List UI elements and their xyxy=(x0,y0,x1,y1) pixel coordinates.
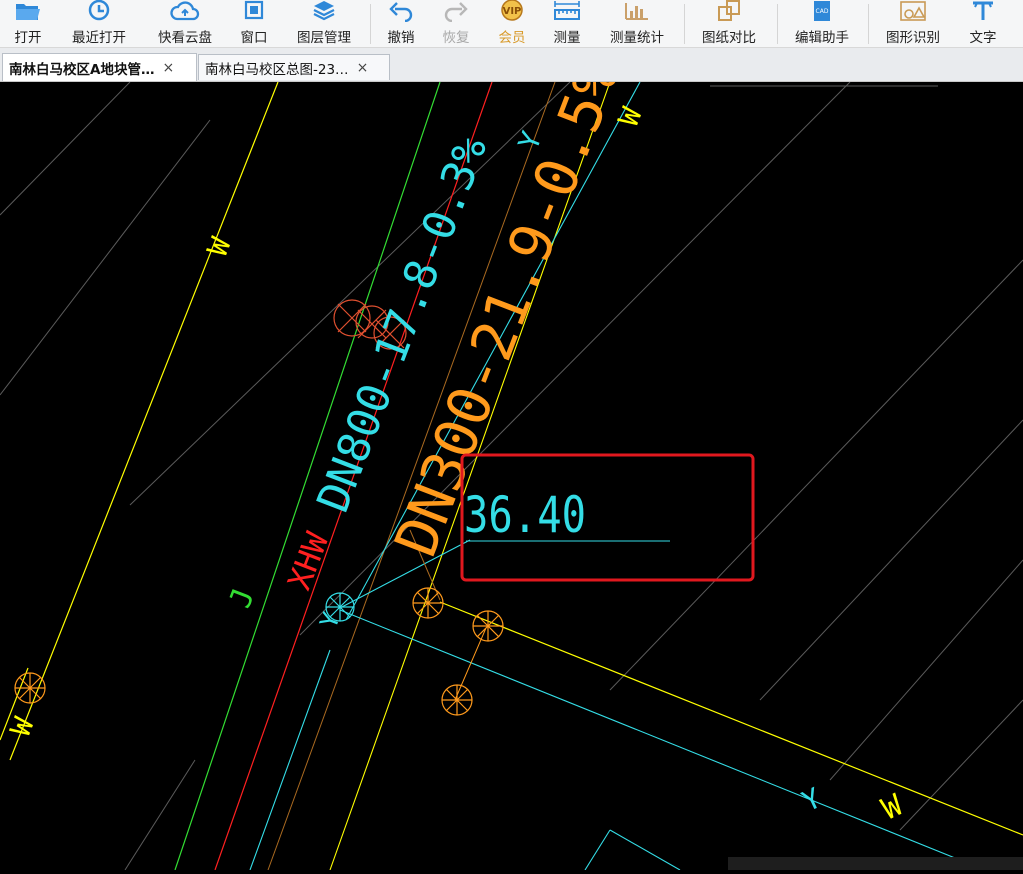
measure-stats-button[interactable]: 测量统计 xyxy=(604,0,670,47)
tab-label: 南林白马校区A地块管… xyxy=(9,61,155,78)
cloud-drive-button[interactable]: 快看云盘 xyxy=(152,0,218,47)
edit-assistant-button[interactable]: CAD 编辑助手 xyxy=(789,0,855,47)
measure-stats-label: 测量统计 xyxy=(610,30,664,46)
text-icon xyxy=(963,0,1003,22)
measure-label: 测量 xyxy=(553,30,581,46)
vip-button[interactable]: VIP 会员 xyxy=(492,0,532,47)
toolbar-divider xyxy=(868,4,869,44)
svg-text:CAD: CAD xyxy=(816,8,829,15)
w-label-bottom: W xyxy=(877,787,909,827)
layer-manage-button[interactable]: 图层管理 xyxy=(292,0,356,47)
w-label-lower: W xyxy=(4,713,41,741)
toolbar-divider xyxy=(370,4,371,44)
tab-label: 南林白马校区总图-23… xyxy=(205,61,349,78)
y-label-junction: Y xyxy=(314,608,346,632)
recent-open-button[interactable]: 最近打开 xyxy=(66,0,132,47)
redo-icon xyxy=(436,0,476,22)
drawing-compare-label: 图纸对比 xyxy=(702,30,756,46)
shape-recognize-button[interactable]: 图形识别 xyxy=(880,0,946,47)
cloud-icon xyxy=(165,0,205,22)
shape-recognize-label: 图形识别 xyxy=(886,30,940,46)
yellow-w-pipeline xyxy=(0,81,1023,836)
measure-button[interactable]: 测量 xyxy=(547,0,587,47)
shape-recognize-icon xyxy=(893,0,933,22)
redo-label: 恢复 xyxy=(442,30,470,46)
layers-icon xyxy=(304,0,344,22)
text-label: 文字 xyxy=(969,30,997,46)
window-button[interactable]: 窗口 xyxy=(234,0,274,47)
w-label-upper: W xyxy=(201,233,238,261)
layer-manage-label: 图层管理 xyxy=(297,30,351,46)
text-button[interactable]: 文字 xyxy=(963,0,1003,47)
open-label: 打开 xyxy=(14,30,42,46)
edit-assistant-label: 编辑助手 xyxy=(795,30,849,46)
y-label-bottom: Y xyxy=(797,781,826,818)
undo-icon xyxy=(381,0,421,22)
folder-open-icon xyxy=(8,0,48,22)
recent-open-label: 最近打开 xyxy=(72,30,126,46)
window-label: 窗口 xyxy=(240,30,268,46)
document-tab-bar: 南林白马校区A地块管… × 南林白马校区总图-23… × xyxy=(0,48,1023,82)
svg-text:VIP: VIP xyxy=(503,6,522,17)
drawing-compare-button[interactable]: 图纸对比 xyxy=(696,0,762,47)
recent-clock-icon xyxy=(79,0,119,22)
j-label: J xyxy=(223,583,262,612)
measure-stats-icon xyxy=(617,0,657,22)
cad-edit-icon: CAD xyxy=(802,0,842,22)
elevation-value: 36.40 xyxy=(464,486,586,544)
undo-button[interactable]: 撤销 xyxy=(381,0,421,47)
tab-nanlin-site-plan[interactable]: 南林白马校区总图-23… × xyxy=(198,54,390,80)
compare-icon xyxy=(709,0,749,22)
close-icon[interactable]: × xyxy=(162,60,174,76)
close-icon[interactable]: × xyxy=(357,60,369,76)
status-strip xyxy=(728,857,1023,870)
window-icon xyxy=(234,0,274,22)
xhw-label: XHW xyxy=(280,527,336,595)
redo-button[interactable]: 恢复 xyxy=(436,0,476,47)
w-label-top: W xyxy=(612,103,649,131)
cad-drawing: DN800-17.8-0.3% DN300-21.9-0.5% XHW J W … xyxy=(0,52,1023,871)
ruler-icon xyxy=(547,0,587,22)
cloud-drive-label: 快看云盘 xyxy=(158,30,212,46)
vip-icon: VIP xyxy=(492,0,532,22)
cad-drawing-canvas[interactable]: DN800-17.8-0.3% DN300-21.9-0.5% XHW J W … xyxy=(0,52,1023,871)
vip-label: 会员 xyxy=(498,30,526,46)
open-button[interactable]: 打开 xyxy=(6,0,50,47)
tab-nanlin-a-plot[interactable]: 南林白马校区A地块管… × xyxy=(2,53,197,81)
main-toolbar: 打开 最近打开 快看云盘 窗口 图层管理 撤销 恢复 VIP 会员 测量 测量统… xyxy=(0,0,1023,48)
toolbar-divider xyxy=(684,4,685,44)
undo-label: 撤销 xyxy=(387,30,415,46)
toolbar-divider xyxy=(777,4,778,44)
